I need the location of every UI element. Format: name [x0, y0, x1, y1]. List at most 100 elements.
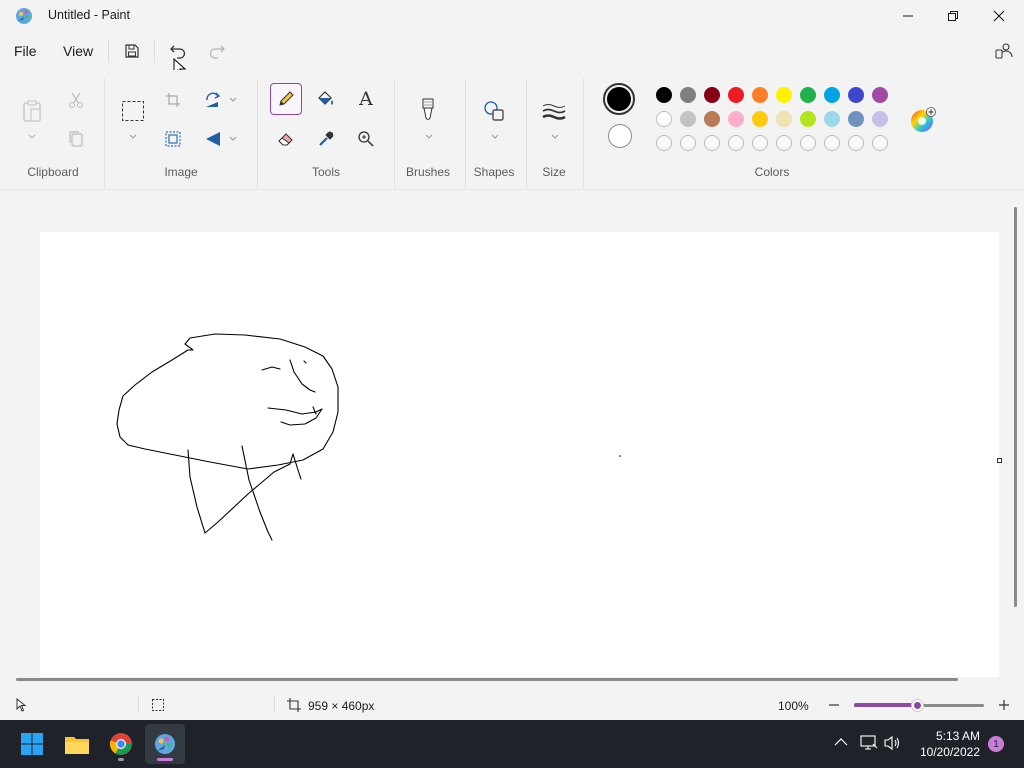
color-swatch[interactable]: [848, 111, 864, 127]
start-button[interactable]: [12, 724, 52, 764]
color-swatch[interactable]: [824, 111, 840, 127]
color-swatch[interactable]: [704, 87, 720, 103]
chevron-up-icon[interactable]: [834, 737, 848, 747]
select-dropdown[interactable]: [128, 132, 138, 140]
custom-color-slot[interactable]: [680, 135, 696, 151]
clock-time: 5:13 AM: [935, 729, 980, 743]
custom-color-slot[interactable]: [872, 135, 888, 151]
color-swatch[interactable]: [752, 111, 768, 127]
rotate-button[interactable]: [197, 84, 229, 116]
brushes-button[interactable]: [412, 94, 444, 126]
clock[interactable]: 5:13 AM 10/20/2022: [910, 728, 980, 760]
chevron-down-icon: [551, 134, 559, 139]
text-icon: A: [359, 88, 373, 110]
color-picker-tool-button[interactable]: [310, 123, 342, 155]
minimize-button[interactable]: [885, 0, 931, 32]
color-swatch[interactable]: [800, 87, 816, 103]
horizontal-scrollbar[interactable]: [16, 678, 958, 681]
eraser-tool-button[interactable]: [270, 123, 302, 155]
text-tool-button[interactable]: A: [350, 83, 382, 115]
custom-color-slot[interactable]: [728, 135, 744, 151]
custom-color-slot[interactable]: [656, 135, 672, 151]
color-swatch[interactable]: [824, 87, 840, 103]
flip-icon: [206, 132, 220, 146]
color-swatch[interactable]: [656, 87, 672, 103]
window-title: Untitled - Paint: [48, 8, 130, 22]
volume-icon[interactable]: [884, 735, 902, 751]
taskbar-chrome[interactable]: [101, 724, 141, 764]
select-button[interactable]: [117, 95, 149, 127]
rotate-icon: [206, 92, 221, 107]
zoom-slider-thumb[interactable]: [912, 700, 923, 711]
color-swatch[interactable]: [728, 87, 744, 103]
drawing-canvas[interactable]: [40, 232, 999, 677]
account-button[interactable]: [991, 40, 1017, 62]
ribbon-divider: [394, 78, 395, 188]
edit-colors-button[interactable]: [910, 107, 936, 133]
custom-color-slot[interactable]: [800, 135, 816, 151]
custom-color-slot[interactable]: [704, 135, 720, 151]
custom-color-slot[interactable]: [824, 135, 840, 151]
size-dropdown[interactable]: [550, 132, 560, 140]
color-swatch[interactable]: [872, 111, 888, 127]
color-swatch[interactable]: [776, 87, 792, 103]
zoom-slider-fill: [854, 703, 919, 707]
menu-file[interactable]: File: [14, 43, 37, 59]
fill-tool-button[interactable]: [310, 83, 342, 115]
paste-dropdown[interactable]: [27, 132, 37, 140]
scissors-icon: [69, 92, 83, 108]
restore-button[interactable]: [930, 0, 976, 32]
primary-color-button[interactable]: [603, 83, 635, 115]
taskbar-paint[interactable]: [145, 724, 185, 764]
color-swatch[interactable]: [752, 87, 768, 103]
paste-button[interactable]: [16, 95, 48, 127]
color-swatch[interactable]: [704, 111, 720, 127]
resize-button[interactable]: [157, 123, 189, 155]
copy-button[interactable]: [60, 123, 92, 155]
taskbar-file-explorer[interactable]: [57, 724, 97, 764]
zoom-level-label[interactable]: 100%: [778, 699, 809, 713]
color-swatch[interactable]: [728, 111, 744, 127]
ribbon-divider: [465, 78, 466, 188]
primary-color-swatch: [607, 87, 631, 111]
custom-color-slot[interactable]: [848, 135, 864, 151]
flip-dropdown[interactable]: [228, 134, 238, 142]
menu-view[interactable]: View: [63, 43, 93, 59]
notification-badge[interactable]: 1: [988, 736, 1004, 752]
custom-color-slot[interactable]: [776, 135, 792, 151]
save-icon: [125, 44, 139, 58]
color-swatch[interactable]: [872, 87, 888, 103]
flip-button[interactable]: [197, 123, 229, 155]
brushes-dropdown[interactable]: [424, 132, 434, 140]
status-divider: [138, 696, 139, 714]
color-swatch[interactable]: [776, 111, 792, 127]
crop-button[interactable]: [157, 84, 189, 116]
secondary-color-button[interactable]: [608, 124, 632, 148]
close-button[interactable]: [976, 0, 1022, 32]
save-button[interactable]: [119, 40, 145, 62]
clock-date: 10/20/2022: [919, 745, 980, 759]
network-icon[interactable]: [860, 735, 878, 751]
pencil-tool-button[interactable]: [270, 83, 302, 115]
zoom-out-button[interactable]: [826, 697, 842, 713]
canvas-resize-handle[interactable]: [997, 458, 1002, 463]
zoom-in-button[interactable]: [996, 697, 1012, 713]
menu-divider: [154, 40, 155, 62]
shapes-dropdown[interactable]: [490, 132, 500, 140]
redo-button[interactable]: [204, 40, 230, 62]
size-button[interactable]: [538, 95, 570, 127]
color-swatch[interactable]: [680, 87, 696, 103]
magnifier-tool-button[interactable]: [350, 123, 382, 155]
color-swatch[interactable]: [680, 111, 696, 127]
zoom-slider[interactable]: [854, 697, 984, 713]
minus-icon: [829, 704, 839, 706]
cut-button[interactable]: [60, 84, 92, 116]
shapes-button[interactable]: [478, 95, 510, 127]
vertical-scrollbar[interactable]: [1014, 207, 1017, 607]
color-swatch[interactable]: [848, 87, 864, 103]
rotate-dropdown[interactable]: [228, 95, 238, 103]
color-swatch[interactable]: [800, 111, 816, 127]
color-swatch[interactable]: [656, 111, 672, 127]
chevron-down-icon: [425, 134, 433, 139]
custom-color-slot[interactable]: [752, 135, 768, 151]
